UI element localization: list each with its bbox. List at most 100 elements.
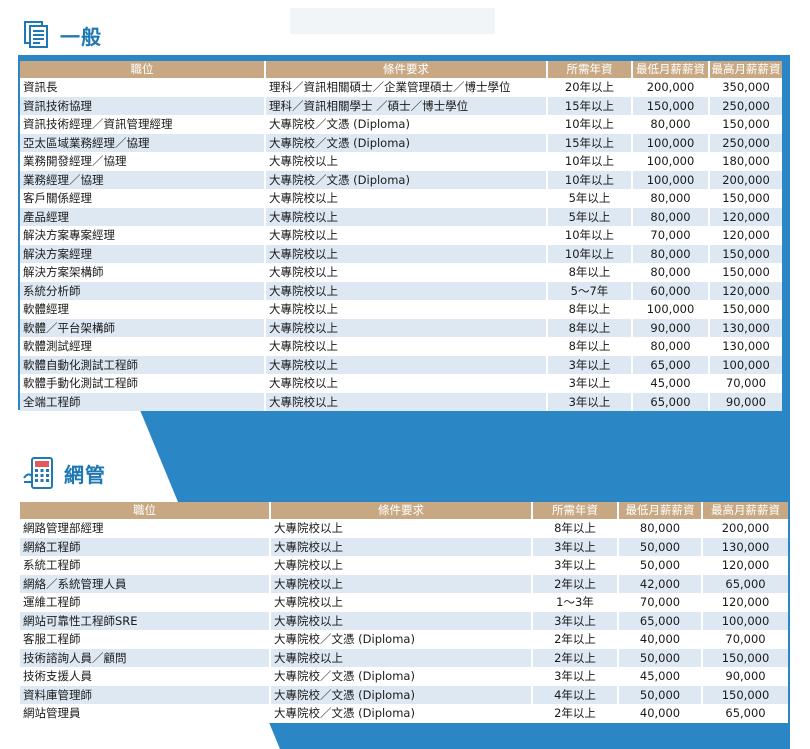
cell-min-salary: 200,000: [632, 78, 710, 97]
cell-experience: 2年以上: [532, 648, 619, 667]
cell-max-salary: 200,000: [709, 170, 782, 189]
table-row: 業務經理／協理 大專院校／文憑 (Diploma) 10年以上 100,000 200,…: [20, 170, 782, 189]
cell-min-salary: 60,000: [632, 281, 710, 300]
table-row: 網站可靠性工程師SRE 大專院校以上 3年以上 65,000 100,000: [20, 611, 788, 630]
cell-max-salary: 130,000: [702, 537, 788, 556]
cell-experience: 2年以上: [532, 704, 619, 723]
table-row: 資訊長 理科／資訊相關碩士／企業管理碩士／博士學位 20年以上 200,000 350,…: [20, 78, 782, 97]
cell-experience: 4年以上: [532, 685, 619, 704]
cell-requirements: 大專院校／文憑 (Diploma): [265, 170, 548, 189]
cell-min-salary: 100,000: [632, 133, 710, 152]
cell-experience: 5年以上: [547, 189, 633, 208]
table-row: 軟體／平台架構師 大專院校以上 8年以上 90,000 130,000: [20, 318, 782, 337]
cell-min-salary: 65,000: [618, 611, 703, 630]
table-row: 資料庫管理師 大專院校／文憑 (Diploma) 4年以上 50,000 150,000: [20, 685, 788, 704]
cell-max-salary: 65,000: [702, 574, 788, 593]
column-header-max-salary: 最高月薪薪資: [709, 61, 782, 78]
column-header-experience: 所需年資: [547, 61, 633, 78]
cell-requirements: 大專院校以上: [270, 611, 533, 630]
table-row: 網路管理部經理 大專院校以上 8年以上 80,000 200,000: [20, 519, 788, 538]
cell-max-salary: 120,000: [709, 226, 782, 245]
cell-position: 資訊技術經理／資訊管理經理: [20, 115, 266, 134]
document-list-icon: [24, 21, 48, 48]
table-row: 軟體測試經理 大專院校以上 8年以上 80,000 130,000: [20, 337, 782, 356]
cell-experience: 5年以上: [547, 207, 633, 226]
cell-max-salary: 250,000: [709, 96, 782, 115]
cell-position: 業務開發經理／協理: [20, 152, 266, 171]
cell-position: 軟體／平台架構師: [20, 318, 266, 337]
cell-position: 解決方案專案經理: [20, 226, 266, 245]
cell-min-salary: 50,000: [618, 648, 703, 667]
table-row: 解決方案專案經理 大專院校以上 10年以上 70,000 120,000: [20, 226, 782, 245]
cell-experience: 8年以上: [547, 337, 633, 356]
table-row: 解決方案經理 大專院校以上 10年以上 80,000 150,000: [20, 244, 782, 263]
cell-min-salary: 50,000: [618, 537, 703, 556]
general-salary-table: 職位 條件要求 所需年資 最低月薪薪資 最高月薪薪資 資訊長 理科／資訊相關碩士／…: [20, 61, 782, 411]
cell-min-salary: 80,000: [632, 115, 710, 134]
cell-position: 解決方案架構師: [20, 263, 266, 282]
cell-position: 業務經理／協理: [20, 170, 266, 189]
cell-min-salary: 90,000: [632, 318, 710, 337]
cell-experience: 15年以上: [547, 96, 633, 115]
network-salary-table: 職位 條件要求 所需年資 最低月薪薪資 最高月薪薪資 網路管理部經理 大專院校以上…: [20, 502, 788, 723]
general-section-header: 一般: [22, 20, 102, 50]
cell-max-salary: 150,000: [702, 648, 788, 667]
cell-experience: 20年以上: [547, 78, 633, 97]
cell-position: 網站可靠性工程師SRE: [20, 611, 271, 630]
cell-position: 網絡／系統管理人員: [20, 574, 271, 593]
cell-position: 全端工程師: [20, 392, 266, 411]
cell-position: 網路管理部經理: [20, 519, 271, 538]
cell-max-salary: 200,000: [702, 519, 788, 538]
cell-min-salary: 45,000: [632, 374, 710, 393]
table-row: 軟體手動化測試工程師 大專院校以上 3年以上 45,000 70,000: [20, 374, 782, 393]
cell-experience: 5〜7年: [547, 281, 633, 300]
cell-min-salary: 40,000: [618, 630, 703, 649]
table-row: 客戶關係經理 大專院校以上 5年以上 80,000 150,000: [20, 189, 782, 208]
cell-min-salary: 100,000: [632, 152, 710, 171]
cell-max-salary: 150,000: [709, 244, 782, 263]
cell-max-salary: 130,000: [709, 337, 782, 356]
cell-experience: 10年以上: [547, 244, 633, 263]
general-section-title: 一般: [60, 24, 102, 49]
cell-requirements: 大專院校以上: [270, 574, 533, 593]
cell-min-salary: 50,000: [618, 685, 703, 704]
cell-experience: 10年以上: [547, 226, 633, 245]
column-header-requirements: 條件要求: [265, 61, 548, 78]
cell-requirements: 理科／資訊相關學士 ／碩士／博士學位: [265, 96, 548, 115]
cell-requirements: 大專院校以上: [265, 226, 548, 245]
cell-position: 系統分析師: [20, 281, 266, 300]
cell-requirements: 大專院校以上: [265, 300, 548, 319]
cell-max-salary: 70,000: [702, 630, 788, 649]
cell-experience: 3年以上: [532, 537, 619, 556]
cell-position: 客服工程師: [20, 630, 271, 649]
table-row: 客服工程師 大專院校／文憑 (Diploma) 2年以上 40,000 70,000: [20, 630, 788, 649]
cell-min-salary: 100,000: [632, 170, 710, 189]
cell-position: 運維工程師: [20, 593, 271, 612]
table-row: 亞太區域業務經理／協理 大專院校／文憑 (Diploma) 15年以上 100,000…: [20, 133, 782, 152]
cell-max-salary: 65,000: [702, 704, 788, 723]
cell-requirements: 大專院校以上: [270, 593, 533, 612]
cell-requirements: 大專院校以上: [265, 244, 548, 263]
cell-requirements: 大專院校以上: [265, 392, 548, 411]
cell-min-salary: 150,000: [632, 96, 710, 115]
top-strip: [290, 8, 495, 34]
table-row: 系統分析師 大專院校以上 5〜7年 60,000 120,000: [20, 281, 782, 300]
table-row: 網絡工程師 大專院校以上 3年以上 50,000 130,000: [20, 537, 788, 556]
cell-requirements: 大專院校以上: [265, 318, 548, 337]
cell-min-salary: 45,000: [618, 667, 703, 686]
table-header-row: 職位 條件要求 所需年資 最低月薪薪資 最高月薪薪資: [20, 61, 782, 78]
table-row: 資訊技術經理／資訊管理經理 大專院校／文憑 (Diploma) 10年以上 80,00…: [20, 115, 782, 134]
cell-position: 解決方案經理: [20, 244, 266, 263]
cell-experience: 10年以上: [547, 170, 633, 189]
table-row: 技術諮詢人員／顧問 大專院校以上 2年以上 50,000 150,000: [20, 648, 788, 667]
cell-requirements: 大專院校／文憑 (Diploma): [270, 704, 533, 723]
network-server-icon: [23, 457, 53, 489]
cell-position: 產品經理: [20, 207, 266, 226]
cell-position: 技術支援人員: [20, 667, 271, 686]
cell-experience: 8年以上: [547, 300, 633, 319]
cell-experience: 3年以上: [532, 556, 619, 575]
cell-position: 資訊技術協理: [20, 96, 266, 115]
cell-max-salary: 130,000: [709, 318, 782, 337]
cell-experience: 3年以上: [532, 611, 619, 630]
cell-experience: 8年以上: [547, 263, 633, 282]
